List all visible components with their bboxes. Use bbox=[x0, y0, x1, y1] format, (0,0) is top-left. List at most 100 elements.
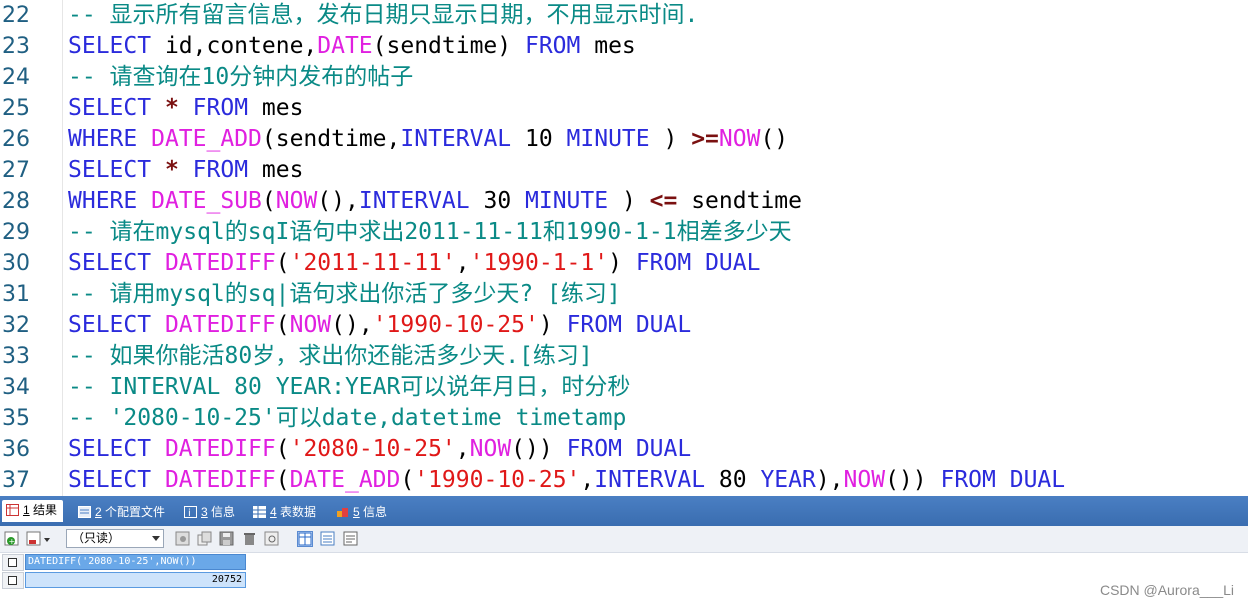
code-line[interactable]: 31 -- 请用mysql的sq|语句求出你活了多少天? [练习] bbox=[0, 279, 1248, 310]
code-token: () bbox=[760, 126, 789, 152]
code-token: DATE_ADD bbox=[289, 467, 401, 493]
grid-view-icon[interactable] bbox=[297, 531, 313, 547]
code-token: NOW bbox=[843, 467, 886, 493]
code-line[interactable]: 27 SELECT * FROM mes bbox=[0, 155, 1248, 186]
code-token: DATEDIFF bbox=[164, 436, 276, 462]
code-line[interactable]: 23 SELECT id,contene,DATE(sendtime) FROM … bbox=[0, 31, 1248, 62]
line-number: 24 bbox=[2, 65, 30, 90]
code-token: DATE_SUB bbox=[151, 188, 262, 214]
code-token: id,contene, bbox=[151, 33, 318, 59]
code-token: NOW bbox=[275, 188, 318, 214]
line-number: 37 bbox=[2, 468, 30, 493]
table-data-icon bbox=[253, 504, 266, 518]
code-token: ( bbox=[261, 188, 276, 214]
duplicate-row-icon[interactable] bbox=[197, 531, 213, 547]
code-token: -- 请查询在10分钟内发布的帖子 bbox=[68, 64, 414, 90]
line-number: 25 bbox=[2, 96, 30, 121]
delete-icon[interactable] bbox=[242, 531, 258, 547]
text-view-icon[interactable] bbox=[343, 531, 359, 547]
code-line[interactable]: 24 -- 请查询在10分钟内发布的帖子 bbox=[0, 62, 1248, 93]
result-mode-select[interactable]: （只读） bbox=[66, 529, 164, 548]
code-token: WHERE bbox=[68, 188, 138, 214]
tab-table-data[interactable]: 4 表数据 bbox=[253, 502, 316, 522]
code-token: '1990-1-1' bbox=[469, 250, 609, 276]
results-tabbar: 1 结果 2 个配置文件 i 3 信息 4 表数据 5 信息 bbox=[0, 496, 1248, 526]
add-row-icon[interactable]: + bbox=[4, 531, 20, 547]
code-token: ) bbox=[538, 312, 567, 338]
line-number: 34 bbox=[2, 375, 30, 400]
line-number: 36 bbox=[2, 437, 30, 462]
code-token: FROM bbox=[566, 312, 622, 338]
code-text: -- 请查询在10分钟内发布的帖子 bbox=[68, 62, 413, 93]
code-token: ) bbox=[649, 126, 692, 152]
select-all-checkbox[interactable] bbox=[2, 554, 24, 571]
code-token: DATEDIFF bbox=[164, 250, 276, 276]
tab-info-2[interactable]: 5 信息 bbox=[336, 502, 387, 522]
export-dropdown-icon[interactable] bbox=[26, 531, 54, 547]
code-line[interactable]: 37 SELECT DATEDIFF(DATE_ADD('1990-10-25',… bbox=[0, 465, 1248, 496]
svg-text:+: + bbox=[9, 537, 16, 546]
code-line[interactable]: 33 -- 如果你能活80岁，求出你还能活多少天.[练习] bbox=[0, 341, 1248, 372]
code-token: (), bbox=[317, 188, 359, 214]
form-view-icon[interactable] bbox=[320, 531, 336, 547]
save-icon[interactable] bbox=[219, 531, 235, 547]
code-token: '2080-10-25' bbox=[289, 436, 456, 462]
line-number: 31 bbox=[2, 282, 30, 307]
code-token: -- 请用mysql的sq|语句求出你活了多少天? [练习] bbox=[68, 281, 621, 307]
code-token: DATEDIFF bbox=[164, 467, 276, 493]
code-line[interactable]: 26 WHERE DATE_ADD(sendtime,INTERVAL 10 MI… bbox=[0, 124, 1248, 155]
row-checkbox[interactable] bbox=[2, 572, 24, 589]
code-token: DATE bbox=[317, 33, 373, 59]
code-token: '2011-11-11' bbox=[289, 250, 456, 276]
tab-info[interactable]: i 3 信息 bbox=[184, 502, 235, 522]
results-toolbar: + （只读） bbox=[0, 526, 1248, 553]
code-line[interactable]: 35 -- '2080-10-25'可以date,datetime timetam… bbox=[0, 403, 1248, 434]
code-line[interactable]: 25 SELECT * FROM mes bbox=[0, 93, 1248, 124]
column-header[interactable]: DATEDIFF('2080-10-25',NOW()) bbox=[25, 554, 246, 570]
code-text: WHERE DATE_SUB(NOW(),INTERVAL 30 MINUTE … bbox=[68, 186, 802, 217]
code-line[interactable]: 34 -- INTERVAL 80 YEAR:YEAR可以说年月日，时分秒 bbox=[0, 372, 1248, 403]
code-line[interactable]: 22 -- 显示所有留言信息，发布日期只显示日期，不用显示时间. bbox=[0, 0, 1248, 31]
code-token: ()) bbox=[511, 436, 567, 462]
code-line[interactable]: 36 SELECT DATEDIFF('2080-10-25',NOW()) FR… bbox=[0, 434, 1248, 465]
insert-row-icon[interactable] bbox=[175, 531, 191, 547]
code-token: NOW bbox=[718, 126, 761, 152]
code-text: SELECT * FROM mes bbox=[68, 155, 303, 186]
code-token: DATEDIFF bbox=[164, 312, 276, 338]
code-token: NOW bbox=[289, 312, 332, 338]
code-token: '1990-10-25' bbox=[414, 467, 581, 493]
refresh-icon[interactable] bbox=[264, 531, 280, 547]
tab-profiles[interactable]: 2 个配置文件 bbox=[78, 502, 165, 522]
code-token: , bbox=[455, 436, 470, 462]
line-number: 23 bbox=[2, 34, 30, 59]
line-number: 29 bbox=[2, 220, 30, 245]
code-text: SELECT DATEDIFF(DATE_ADD('1990-10-25',IN… bbox=[68, 465, 1065, 496]
code-token: ) bbox=[608, 188, 650, 214]
svg-text:i: i bbox=[188, 508, 191, 518]
code-line[interactable]: 30 SELECT DATEDIFF('2011-11-11','1990-1-1… bbox=[0, 248, 1248, 279]
code-token: NOW bbox=[469, 436, 512, 462]
code-line[interactable]: 32 SELECT DATEDIFF(NOW(),'1990-10-25') FR… bbox=[0, 310, 1248, 341]
code-token: SELECT bbox=[68, 95, 152, 121]
tab-results[interactable]: 1 结果 bbox=[2, 500, 64, 522]
table-cell[interactable]: 20752 bbox=[25, 572, 246, 588]
code-token: * bbox=[164, 157, 179, 183]
code-token: YEAR bbox=[760, 467, 816, 493]
code-text: -- 如果你能活80岁，求出你还能活多少天.[练习] bbox=[68, 341, 593, 372]
code-line[interactable]: 28 WHERE DATE_SUB(NOW(),INTERVAL 30 MINUT… bbox=[0, 186, 1248, 217]
chevron-down-icon bbox=[152, 536, 160, 541]
results-panel: 1 结果 2 个配置文件 i 3 信息 4 表数据 5 信息 + （只读） DA… bbox=[0, 496, 1248, 606]
code-token: <= bbox=[649, 188, 678, 214]
code-token: ( bbox=[275, 467, 290, 493]
code-token: -- '2080-10-25'可以date,datetime timetamp bbox=[68, 405, 627, 431]
sql-editor[interactable]: 22 -- 显示所有留言信息，发布日期只显示日期，不用显示时间. 23 SELECT … bbox=[0, 0, 1248, 496]
code-line[interactable]: 29 -- 请在mysql的sqI语句中求出2011-11-11和1990-1-1… bbox=[0, 217, 1248, 248]
